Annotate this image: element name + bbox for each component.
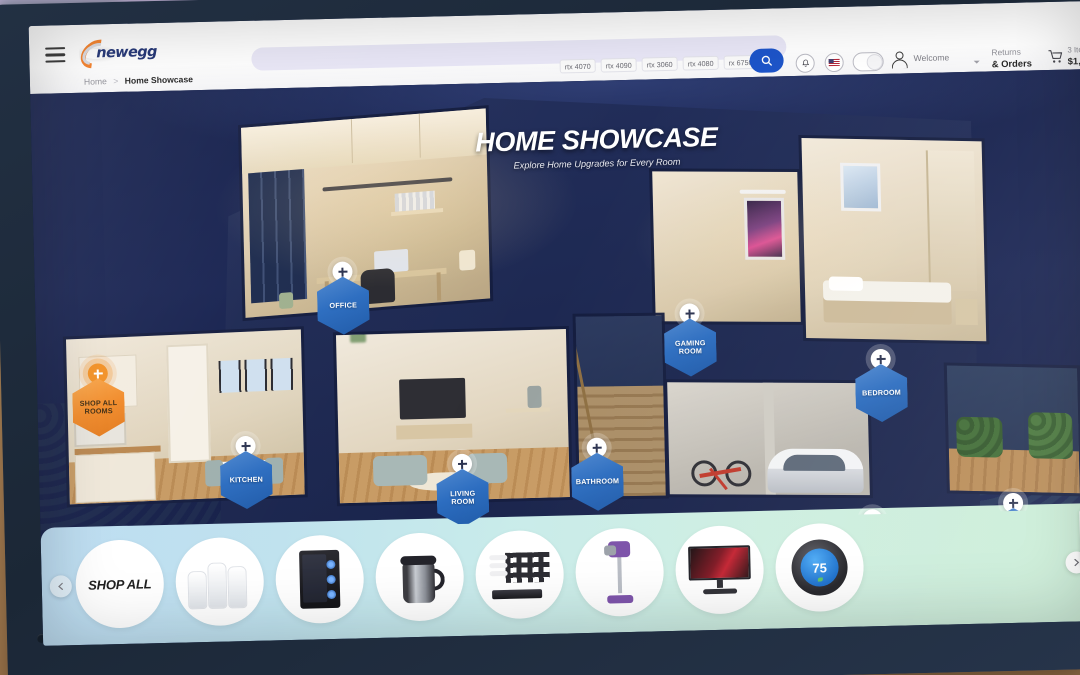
- desktop-pc-icon: [299, 549, 341, 609]
- carousel-item-gaming-monitor[interactable]: [674, 524, 765, 615]
- hotspot-label-bathroom: BATHROOM: [575, 475, 620, 486]
- us-flag-icon[interactable]: [824, 52, 844, 73]
- page-title-block: HOME SHOWCASE Explore Home Upgrades for …: [446, 121, 747, 172]
- returns-and-orders-link[interactable]: Returns & Orders: [991, 46, 1032, 69]
- search-button[interactable]: [749, 48, 784, 74]
- mesh-router-icon: [188, 555, 251, 609]
- room-yard-scene: [946, 365, 1080, 494]
- hotspot-bedroom[interactable]: BEDROOM: [855, 348, 908, 422]
- hotspot-label-office: OFFICE: [329, 300, 358, 310]
- hotspot-shop-all-rooms[interactable]: SHOP ALL ROOMS: [72, 363, 125, 437]
- room-bedroom-scene: [801, 138, 987, 342]
- shopping-cart-icon[interactable]: [1047, 50, 1063, 64]
- hotspot-label-gaming-room: GAMING ROOM: [674, 337, 706, 356]
- hamburger-icon[interactable]: [45, 47, 66, 63]
- stick-vacuum-icon: [602, 540, 637, 604]
- cart-summary[interactable]: 3 Items $1,139.98: [1067, 45, 1080, 67]
- carousel-item-mesh-wifi-router-3pack[interactable]: [174, 536, 265, 627]
- smart-thermostat-icon: 75: [790, 538, 849, 597]
- shop-all-label: SHOP ALL: [88, 575, 152, 593]
- flag-graphic: [828, 58, 840, 67]
- carousel-item-cordless-stick-vacuum[interactable]: [574, 527, 665, 618]
- returns-line2: & Orders: [991, 56, 1032, 69]
- laptop-device: newegg rtx 4070 rtx 4090 rtx 3060 rtx 40…: [0, 0, 1080, 675]
- person-account-icon[interactable]: [891, 51, 908, 70]
- home-showcase-hero: HOME SHOWCASE Explore Home Upgrades for …: [30, 69, 1080, 534]
- breadcrumb-home[interactable]: Home: [84, 76, 107, 87]
- chip-rtx-4080[interactable]: rtx 4080: [682, 55, 719, 71]
- hotspot-gaming-room[interactable]: GAMING ROOM: [664, 303, 717, 377]
- browser-screen: newegg rtx 4070 rtx 4090 rtx 3060 rtx 40…: [28, 1, 1080, 646]
- hotspot-kitchen[interactable]: KITCHEN: [220, 435, 273, 509]
- theme-toggle[interactable]: [852, 51, 884, 72]
- hotspot-living-room[interactable]: LIVING ROOM: [436, 453, 489, 527]
- chevron-right-icon: [1074, 558, 1080, 567]
- search-icon: [761, 55, 772, 66]
- carousel-next-button[interactable]: [1065, 551, 1080, 574]
- welcome-label: Welcome: [913, 52, 950, 64]
- carousel-item-shop-all[interactable]: SHOP ALL: [74, 538, 165, 630]
- chevron-down-icon[interactable]: [973, 60, 980, 64]
- carousel-item-smart-thermostat[interactable]: 75: [774, 522, 865, 613]
- hotspot-label-bedroom: BEDROOM: [861, 387, 902, 398]
- coffee-carafe-icon: [396, 550, 446, 604]
- carousel-track: SHOP ALL 75: [74, 510, 1065, 637]
- hotspot-label-living-room: LIVING ROOM: [450, 488, 476, 507]
- cart-total: $1,139.98: [1067, 54, 1080, 67]
- hotspot-bathroom[interactable]: BATHROOM: [571, 437, 624, 511]
- chip-rtx-3060[interactable]: rtx 3060: [641, 56, 678, 72]
- security-camera-kit-icon: [489, 550, 550, 600]
- eco-leaf-icon: [817, 577, 823, 582]
- breadcrumb-current: Home Showcase: [124, 74, 194, 86]
- hotspot-label-shop-all-rooms: SHOP ALL ROOMS: [79, 397, 118, 416]
- sun-theme-toggle-icon: [870, 59, 878, 67]
- breadcrumb-separator: >: [113, 75, 119, 87]
- logo-text: newegg: [96, 43, 157, 62]
- breadcrumb: Home > Home Showcase: [84, 74, 193, 87]
- chip-rtx-4090[interactable]: rtx 4090: [600, 57, 637, 73]
- page-title: HOME SHOWCASE: [474, 121, 718, 158]
- chip-rtx-4070[interactable]: rtx 4070: [559, 58, 596, 74]
- notification-bell-icon[interactable]: [795, 53, 815, 73]
- chevron-left-icon: [58, 582, 63, 590]
- cart-item-count: 3 Items: [1067, 44, 1080, 55]
- gaming-monitor-icon: [688, 545, 751, 595]
- product-carousel: SHOP ALL 75: [40, 502, 1080, 646]
- thermostat-temperature: 75: [812, 559, 827, 576]
- carousel-item-coffee-carafe[interactable]: [374, 531, 465, 622]
- carousel-prev-button[interactable]: [49, 575, 73, 598]
- newegg-logo[interactable]: newegg: [75, 33, 158, 75]
- room-garage-scene: [667, 382, 870, 496]
- carousel-item-gaming-desktop-pc[interactable]: [274, 534, 365, 625]
- hotspot-label-kitchen: KITCHEN: [229, 474, 264, 485]
- room-gaming-scene: [652, 171, 801, 322]
- hotspot-office[interactable]: OFFICE: [317, 261, 370, 335]
- carousel-item-security-camera-kit[interactable]: [474, 529, 565, 620]
- laptop-bezel: newegg rtx 4070 rtx 4090 rtx 3060 rtx 40…: [0, 0, 1080, 675]
